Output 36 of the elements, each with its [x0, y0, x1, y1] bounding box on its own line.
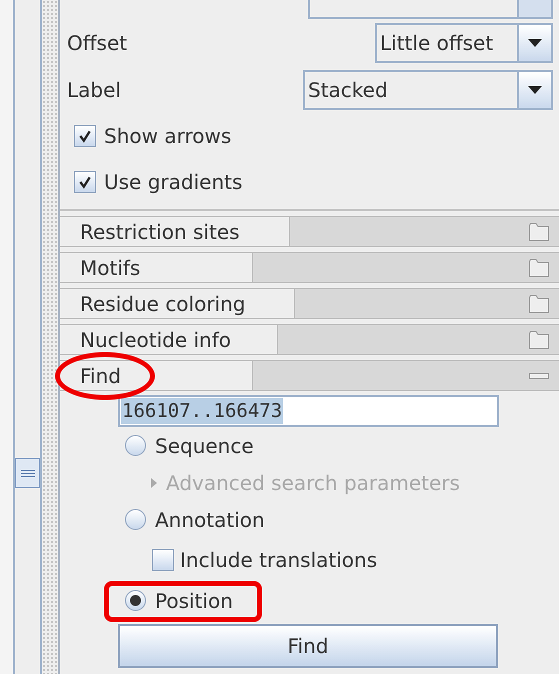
radio-button[interactable] — [125, 509, 146, 530]
splitter[interactable] — [42, 0, 60, 674]
dropdown[interactable]: Stacked — [303, 70, 553, 110]
folder-icon — [529, 294, 549, 312]
triangle-icon — [151, 478, 157, 488]
checkbox[interactable] — [152, 549, 174, 571]
section-header[interactable]: Find — [60, 360, 559, 391]
collapse-icon — [529, 372, 549, 378]
radio-label: Position — [155, 588, 233, 614]
radio-label: Annotation — [155, 506, 265, 534]
checkbox[interactable] — [74, 125, 96, 147]
radio-label: Sequence — [155, 432, 254, 460]
checkbox[interactable] — [74, 171, 96, 193]
checkbox-label: Show arrows — [104, 123, 232, 150]
dropdown[interactable] — [308, 0, 553, 19]
dropdown[interactable]: Little offset — [375, 22, 553, 62]
field-label: Label — [67, 76, 121, 104]
checkbox-label: Include translations — [180, 547, 378, 574]
field-label: Offset — [67, 30, 128, 56]
check-icon — [78, 129, 92, 143]
folder-icon — [529, 330, 549, 348]
section-header[interactable]: Motifs — [60, 252, 559, 283]
folder-icon — [529, 222, 549, 240]
section-header[interactable]: Nucleotide info — [60, 324, 559, 355]
caret-icon — [528, 86, 542, 94]
folder-icon — [529, 258, 549, 276]
find-button[interactable]: Find — [118, 624, 498, 668]
search-field[interactable]: 166107..166473 — [118, 395, 499, 427]
check-icon — [78, 175, 92, 189]
caret-icon — [528, 38, 542, 46]
checkbox-label: Use gradients — [104, 169, 242, 196]
section-header[interactable]: Restriction sites — [60, 216, 559, 247]
radio-button[interactable] — [125, 590, 146, 611]
radio-button[interactable] — [125, 435, 146, 456]
section-header[interactable]: Residue coloring — [60, 288, 559, 319]
scrollbar-thumb[interactable] — [15, 458, 40, 488]
